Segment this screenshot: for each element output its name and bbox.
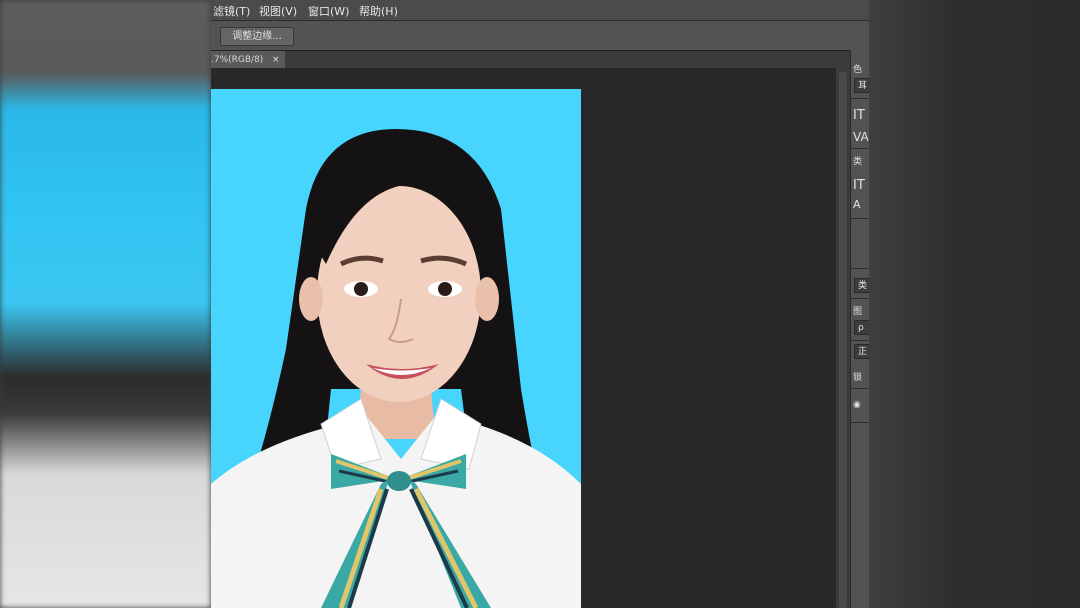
panel-label-color: 色: [853, 65, 863, 75]
font-family-select[interactable]: 耳: [854, 78, 869, 93]
refine-edge-button[interactable]: 调整边缘...: [220, 27, 294, 46]
menu-view[interactable]: 视图(V): [259, 3, 297, 19]
menu-help[interactable]: 帮助(H): [359, 3, 398, 19]
scrollbar-thumb[interactable]: [839, 72, 847, 608]
portrait-image: [211, 89, 581, 608]
kerning-icon[interactable]: VA: [853, 130, 869, 144]
eye-icon[interactable]: ◉: [853, 400, 861, 410]
font-size-icon[interactable]: IT: [853, 108, 865, 123]
vertical-scrollbar[interactable]: [836, 68, 850, 608]
layers-panel-label: 图: [853, 307, 863, 317]
document-tab-bar: .7%(RGB/8) ×: [211, 50, 851, 69]
document-tab[interactable]: .7%(RGB/8) ×: [211, 51, 285, 69]
canvas-area[interactable]: [211, 68, 836, 608]
blurred-background-right: [869, 0, 1080, 608]
menu-filter[interactable]: 滤镜(T): [213, 3, 250, 19]
panel-button[interactable]: 类: [854, 278, 869, 293]
vertical-scale-icon[interactable]: IT: [853, 178, 865, 193]
tsume-icon[interactable]: 类: [853, 154, 862, 167]
id-photo: [211, 89, 581, 608]
close-icon[interactable]: ×: [272, 51, 280, 69]
lock-label: 锁: [853, 373, 863, 383]
menu-window[interactable]: 窗口(W): [308, 3, 349, 19]
layer-filter-search-icon[interactable]: ρ: [854, 320, 869, 335]
blurred-background-left: [0, 0, 211, 608]
photoshop-window: 滤镜(T) 视图(V) 窗口(W) 帮助(H) 调整边缘... .7%(RGB/…: [211, 0, 869, 608]
options-bar: 调整边缘...: [211, 20, 869, 51]
baseline-shift-icon[interactable]: A: [853, 198, 861, 211]
menu-bar: 滤镜(T) 视图(V) 窗口(W) 帮助(H): [211, 0, 869, 20]
character-panel: 色 耳 IT VA 类 IT A 类 图 ρ 正 锁 ◉: [850, 50, 869, 608]
blend-mode-select[interactable]: 正: [854, 344, 869, 359]
document-tab-title: .7%(RGB/8): [211, 55, 264, 65]
